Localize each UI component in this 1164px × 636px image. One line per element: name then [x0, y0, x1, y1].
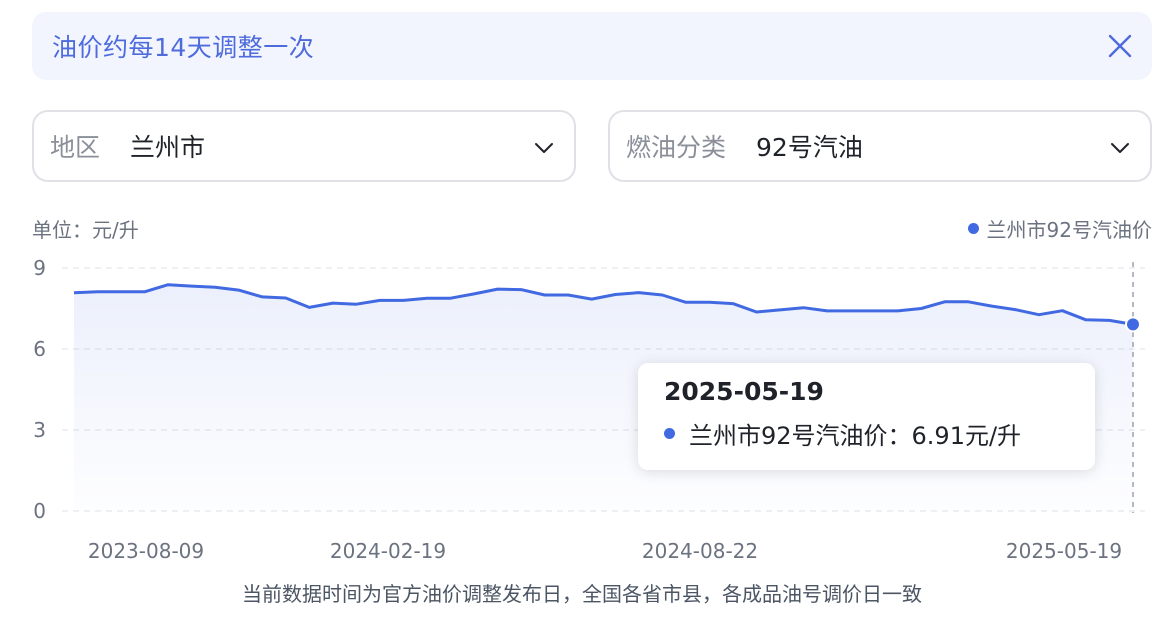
footnote: 当前数据时间为官方油价调整发布日，全国各省市县，各成品油号调价日一致	[242, 582, 922, 606]
legend-marker	[967, 223, 979, 234]
tooltip-date: 2025-05-19	[664, 377, 824, 406]
notice-text: 油价约每14天调整一次	[52, 33, 315, 62]
close-icon[interactable]	[1106, 32, 1134, 60]
data-point-2025-05-19[interactable]	[1125, 316, 1141, 333]
chart-tooltip: 2025-05-19 兰州市92号汽油价：6.91元/升	[638, 363, 1095, 470]
y-tick-label: 3	[33, 418, 46, 442]
y-tick-label: 9	[33, 256, 46, 280]
tooltip-row: 兰州市92号汽油价：6.91元/升	[664, 416, 1069, 451]
region-label: 地区	[50, 133, 101, 162]
x-tick-label: 2023-08-09	[88, 539, 204, 563]
legend-label: 兰州市92号汽油价	[986, 218, 1152, 242]
tooltip-text: 兰州市92号汽油价：6.91元/升	[689, 422, 1022, 450]
notice-banner: 油价约每14天调整一次	[32, 12, 1152, 80]
tooltip-marker	[664, 428, 675, 439]
region-select[interactable]: 地区 兰州市	[32, 110, 576, 182]
region-value: 兰州市	[130, 133, 206, 162]
fuel-type-label: 燃油分类	[626, 133, 727, 162]
chevron-down-icon	[1111, 143, 1129, 153]
fuel-type-value: 92号汽油	[756, 133, 863, 162]
chevron-down-icon	[535, 143, 553, 153]
x-tick-label: 2024-02-19	[330, 539, 446, 563]
unit-label: 单位：元/升	[32, 218, 139, 242]
y-tick-label: 0	[33, 499, 46, 523]
chart-legend[interactable]: 兰州市92号汽油价	[967, 214, 1152, 243]
y-tick-label: 6	[33, 337, 46, 361]
x-tick-label: 2024-08-22	[642, 539, 758, 563]
x-tick-label: 2025-05-19	[1006, 539, 1122, 563]
fuel-type-select[interactable]: 燃油分类 92号汽油	[608, 110, 1152, 182]
